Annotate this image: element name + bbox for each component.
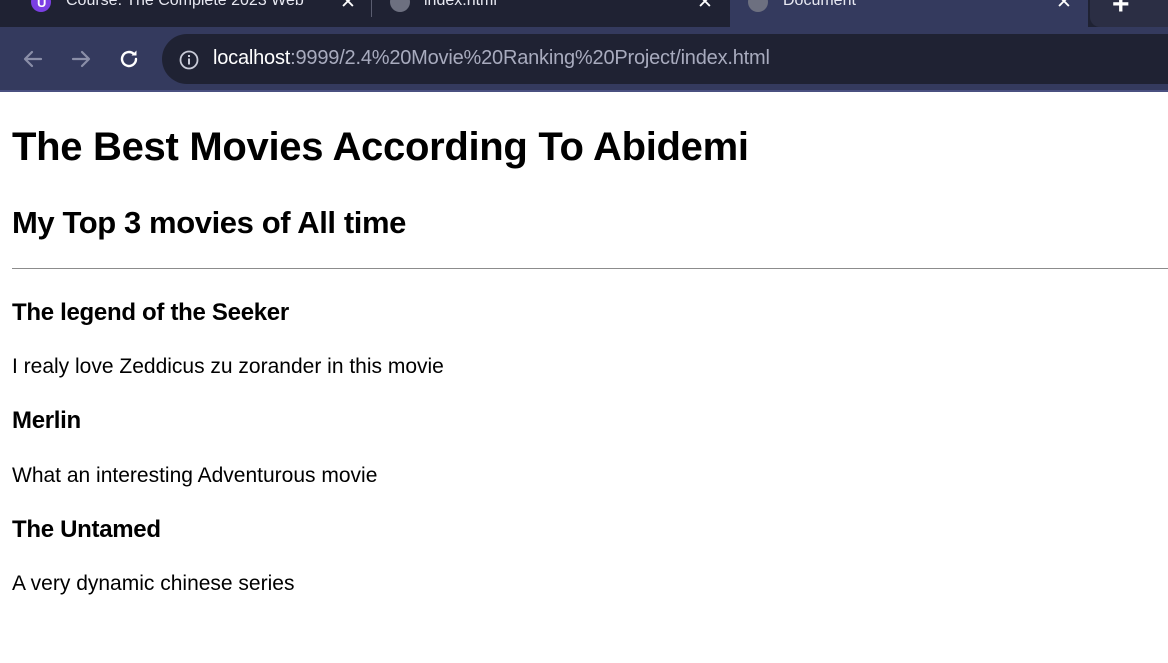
tab-title: Course: The Complete 2023 Web [66,0,304,9]
new-tab-button[interactable]: + [1090,0,1168,27]
movie-title: The Untamed [12,516,161,543]
movie-title: The legend of the Seeker [12,299,289,326]
back-button[interactable] [13,27,53,90]
tab-divider [371,0,372,17]
horizontal-rule [12,268,1168,269]
arrow-left-icon [23,50,43,67]
arrow-right-icon [71,50,91,67]
udemy-icon [31,0,51,12]
tab-strip: Course: The Complete 2023 Web ✕ index.ht… [0,0,1168,27]
movie-title: Merlin [12,407,81,434]
url-host: localhost [213,47,291,69]
globe-icon [390,0,410,12]
close-icon[interactable]: ✕ [340,0,356,15]
page-subtitle: My Top 3 movies of All time [12,205,406,240]
tab-document-active[interactable]: Document ✕ [730,0,1088,27]
reload-icon [120,50,138,67]
url-text[interactable]: localhost:9999/2.4%20Movie%20Ranking%20P… [213,47,770,70]
movie-description: A very dynamic chinese series [12,572,295,595]
address-bar[interactable]: localhost:9999/2.4%20Movie%20Ranking%20P… [162,34,1168,84]
forward-button[interactable] [61,27,101,90]
url-path: :9999/2.4%20Movie%20Ranking%20Project/in… [290,47,770,69]
tab-index-html[interactable]: index.html ✕ [373,0,728,27]
globe-icon [748,0,768,12]
movie-description: What an interesting Adventurous movie [12,464,378,487]
page-content: The Best Movies According To Abidemi My … [0,92,1168,663]
plus-icon: + [1112,0,1130,21]
tab-course[interactable]: Course: The Complete 2023 Web ✕ [0,0,370,27]
close-icon[interactable]: ✕ [1056,0,1072,15]
browser-toolbar: localhost:9999/2.4%20Movie%20Ranking%20P… [0,27,1168,90]
info-icon[interactable] [178,49,200,76]
movie-description: I realy love Zeddicus zu zorander in thi… [12,355,444,378]
close-icon[interactable]: ✕ [697,0,713,15]
reload-button[interactable] [109,27,149,90]
page-title: The Best Movies According To Abidemi [12,125,749,169]
tab-title: Document [783,0,856,9]
tab-title: index.html [424,0,497,9]
